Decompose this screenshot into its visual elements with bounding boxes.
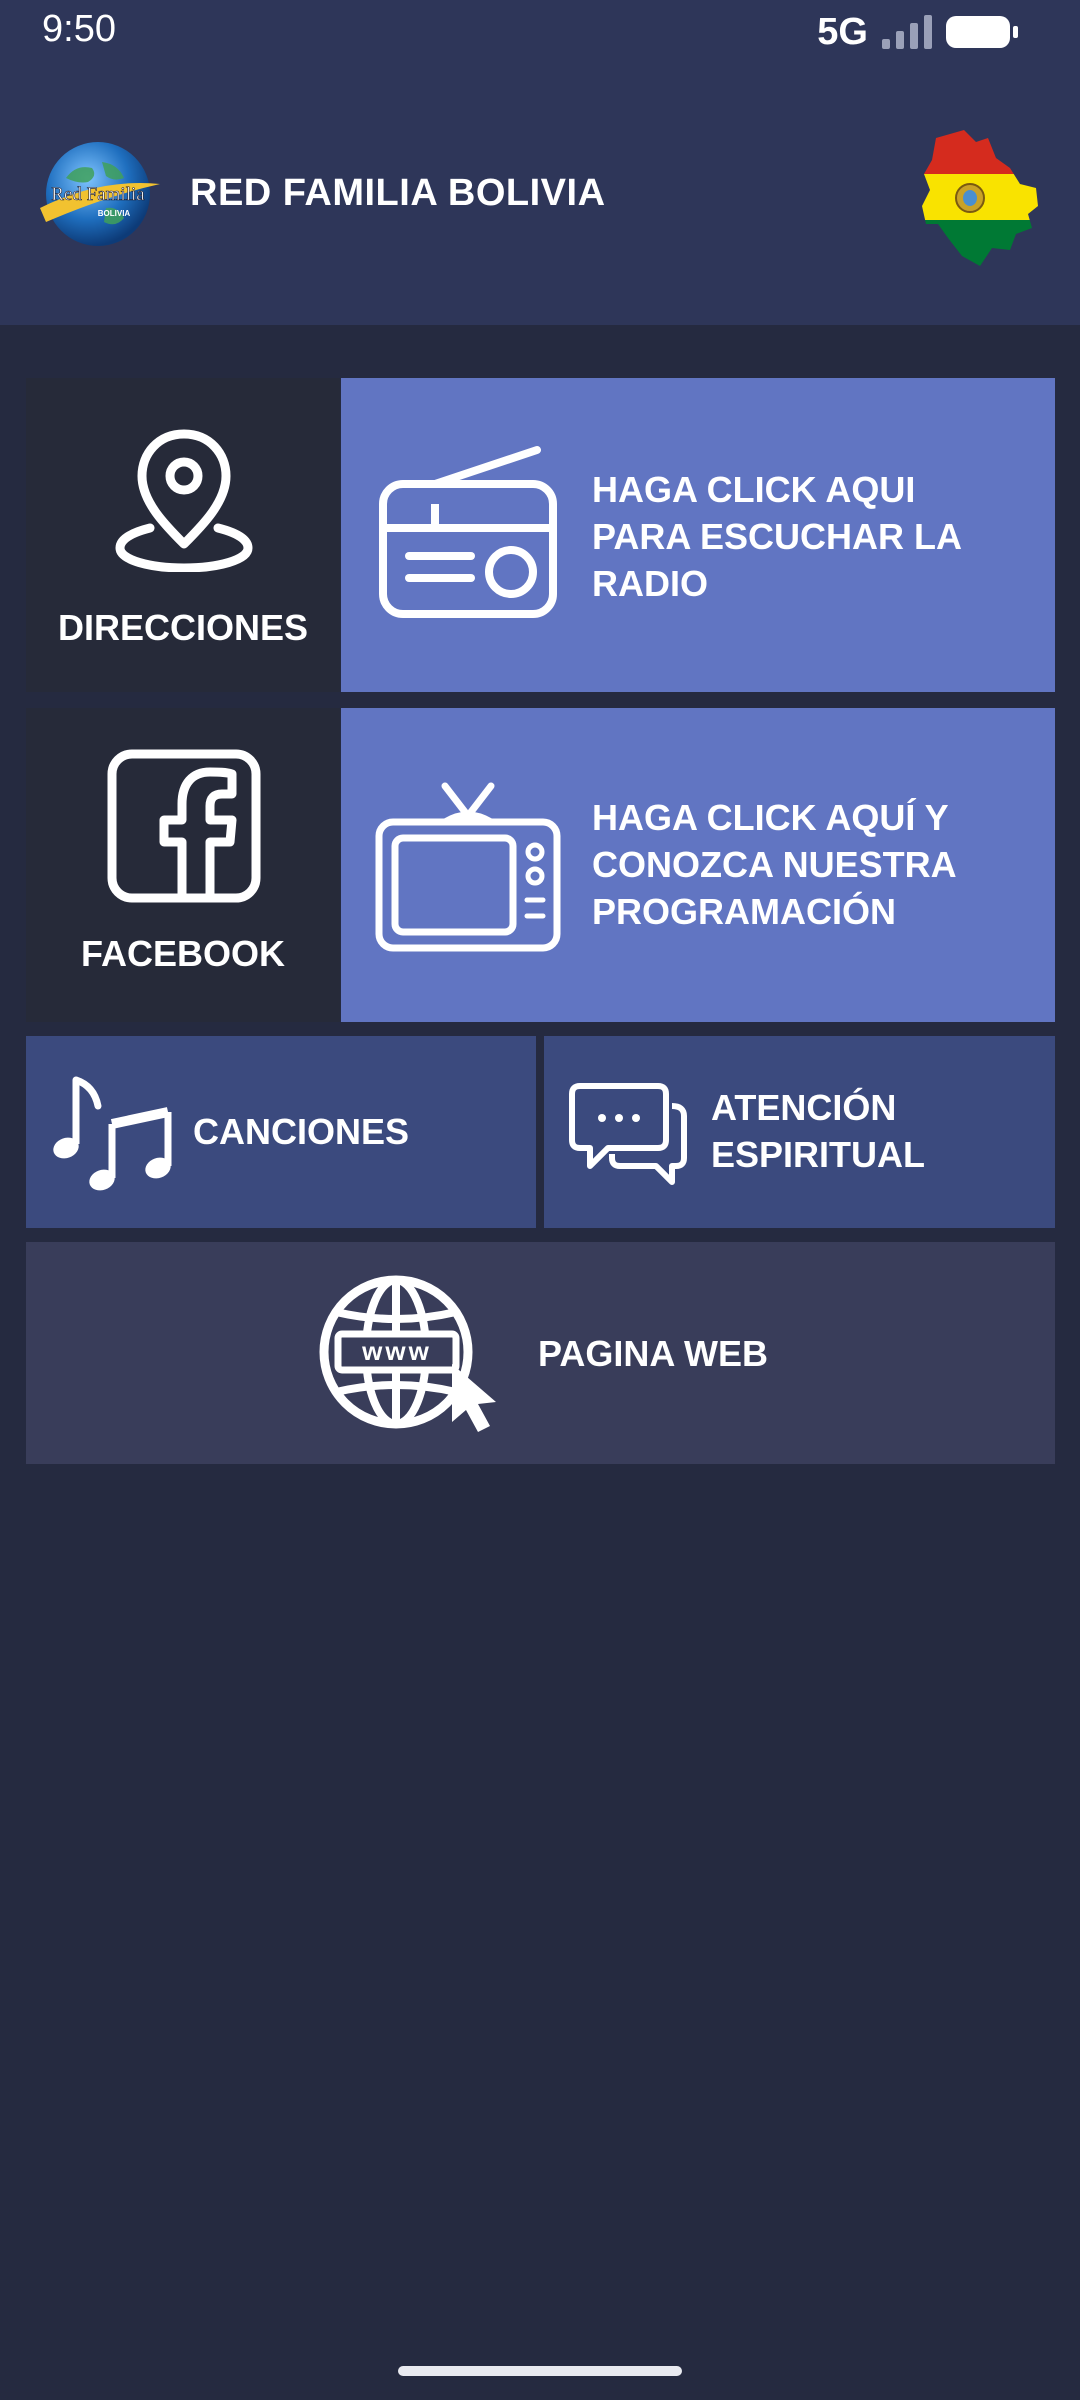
logo-text: Red Familia — [51, 184, 145, 205]
programacion-tile[interactable]: HAGA CLICK AQUÍ Y CONOZCA NUESTRA PROGRA… — [341, 708, 1055, 1022]
direcciones-tile[interactable]: DIRECCIONES — [26, 378, 340, 692]
radio-tile[interactable]: HAGA CLICK AQUI PARA ESCUCHAR LA RADIO — [341, 378, 1055, 692]
canciones-tile[interactable]: CANCIONES — [26, 1036, 536, 1228]
music-notes-icon — [53, 1076, 172, 1191]
status-time: 9:50 — [42, 8, 116, 50]
app-header: 9:50 5G Red Familia BOLIVIA RED FAMILIA … — [0, 0, 1080, 325]
location-pin-icon — [115, 429, 253, 572]
programacion-label: HAGA CLICK AQUÍ Y CONOZCA NUESTRA PROGRA… — [592, 797, 957, 932]
chat-bubbles-icon — [569, 1083, 687, 1185]
canciones-label: CANCIONES — [193, 1111, 410, 1152]
app-logo: Red Familia BOLIVIA — [40, 142, 160, 246]
app-title: RED FAMILIA BOLIVIA — [190, 172, 606, 214]
atencion-espiritual-label: ATENCIÓN ESPIRITUAL — [711, 1087, 926, 1175]
radio-icon — [379, 446, 557, 618]
www-text: www — [361, 1336, 432, 1366]
tv-icon — [375, 782, 561, 952]
pagina-web-label: PAGINA WEB — [538, 1333, 768, 1374]
facebook-icon — [107, 749, 261, 903]
network-type: 5G — [817, 10, 868, 53]
radio-label: HAGA CLICK AQUI PARA ESCUCHAR LA RADIO — [592, 469, 963, 604]
atencion-espiritual-tile[interactable]: ATENCIÓN ESPIRITUAL — [544, 1036, 1055, 1228]
facebook-tile[interactable]: FACEBOOK — [26, 708, 340, 1022]
signal-icon — [882, 15, 932, 49]
status-icons: 5G — [817, 10, 1018, 54]
bolivia-flag-map-icon — [922, 130, 1038, 266]
direcciones-label: DIRECCIONES — [57, 607, 309, 648]
facebook-label: FACEBOOK — [80, 933, 285, 974]
globe-www-icon: www — [319, 1275, 496, 1432]
logo-subtext: BOLIVIA — [98, 209, 131, 218]
pagina-web-tile[interactable]: www PAGINA WEB — [26, 1242, 1055, 1464]
battery-icon — [946, 16, 1018, 48]
home-indicator[interactable] — [398, 2366, 682, 2376]
